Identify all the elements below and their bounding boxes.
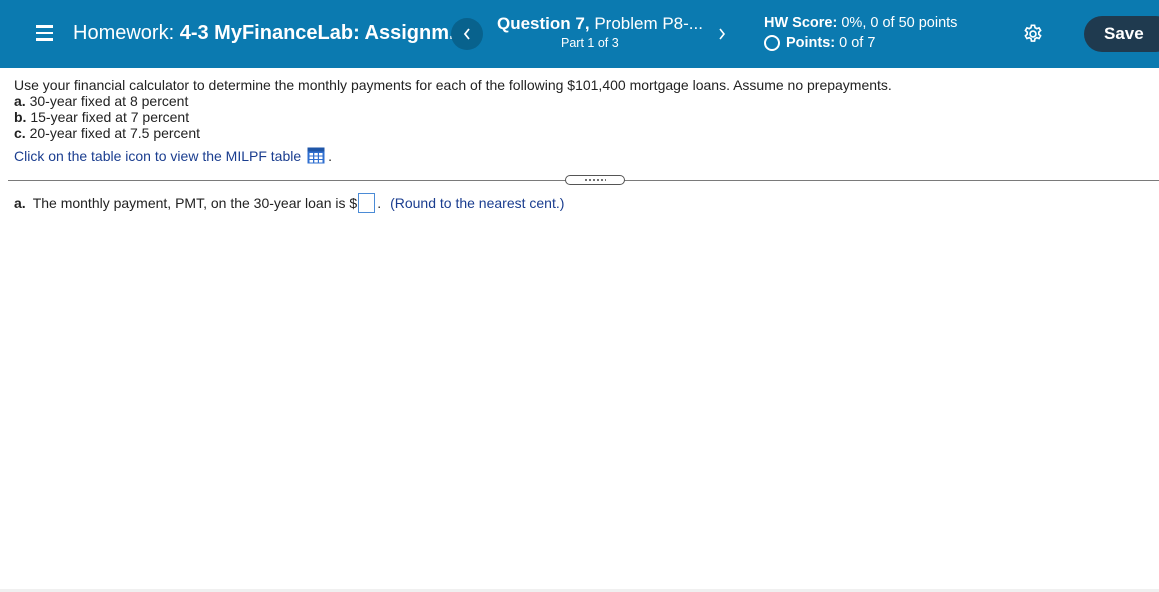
item-text: 30-year fixed at 8 percent <box>29 93 189 109</box>
list-item: c. 20-year fixed at 7.5 percent <box>14 125 892 141</box>
period: . <box>328 147 333 164</box>
question-intro: Use your financial calculator to determi… <box>14 77 892 93</box>
radio-circle-icon <box>764 35 780 51</box>
rounding-hint: (Round to the nearest cent.) <box>390 195 565 211</box>
table-icon[interactable] <box>307 147 325 164</box>
gear-icon[interactable] <box>1022 23 1044 45</box>
item-marker: b. <box>14 109 27 125</box>
item-marker: c. <box>14 125 26 141</box>
hw-score: HW Score: 0%, 0 of 50 points <box>764 15 957 31</box>
score-panel: HW Score: 0%, 0 of 50 points Points: 0 o… <box>764 15 957 51</box>
answer-prompt: The monthly payment, PMT, on the 30-year… <box>32 195 358 211</box>
divider-drag-handle[interactable] <box>565 175 625 185</box>
previous-question-button[interactable] <box>451 18 483 50</box>
header-bar: Homework: 4-3 MyFinanceLab: Assignm... Q… <box>0 0 1159 68</box>
answer-period: . <box>377 195 382 211</box>
item-text: 15-year fixed at 7 percent <box>30 109 190 125</box>
monthly-payment-input[interactable] <box>358 193 376 213</box>
problem-label: Problem P8-... <box>594 14 703 33</box>
homework-title-prefix: Homework: <box>73 22 175 44</box>
question-header: Question 7, Problem P8-... Part 1 of 3 <box>497 14 703 50</box>
part-indicator: Part 1 of 3 <box>561 36 619 50</box>
list-item: a. 30-year fixed at 8 percent <box>14 93 892 109</box>
points-value: 0 of 7 <box>839 35 876 51</box>
save-button[interactable]: Save <box>1084 16 1159 52</box>
answer-row: a. The monthly payment, PMT, on the 30-y… <box>14 193 564 213</box>
points: Points: 0 of 7 <box>764 35 875 51</box>
next-question-button[interactable] <box>706 18 738 50</box>
question-number: Question 7, <box>497 14 590 33</box>
hw-score-value: 0%, 0 of 50 points <box>841 15 958 31</box>
milpf-table-text: Click on the table icon to view the MILP… <box>14 147 302 164</box>
hamburger-menu-icon[interactable] <box>36 25 53 41</box>
chevron-right-icon <box>719 28 726 40</box>
points-label: Points: <box>786 35 836 51</box>
question-text: Use your financial calculator to determi… <box>14 77 892 164</box>
homework-title-name: 4-3 MyFinanceLab: Assignm... <box>179 22 466 44</box>
hw-score-label: HW Score: <box>764 15 838 31</box>
chevron-left-icon <box>463 28 470 40</box>
question-title: Question 7, Problem P8-... <box>497 14 703 34</box>
homework-title: Homework: 4-3 MyFinanceLab: Assignm... <box>73 22 466 45</box>
milpf-table-instruction: Click on the table icon to view the MILP… <box>14 147 892 164</box>
item-marker: a. <box>14 93 26 109</box>
answer-marker: a. <box>14 195 26 211</box>
list-item: b. 15-year fixed at 7 percent <box>14 109 892 125</box>
item-text: 20-year fixed at 7.5 percent <box>29 125 201 141</box>
